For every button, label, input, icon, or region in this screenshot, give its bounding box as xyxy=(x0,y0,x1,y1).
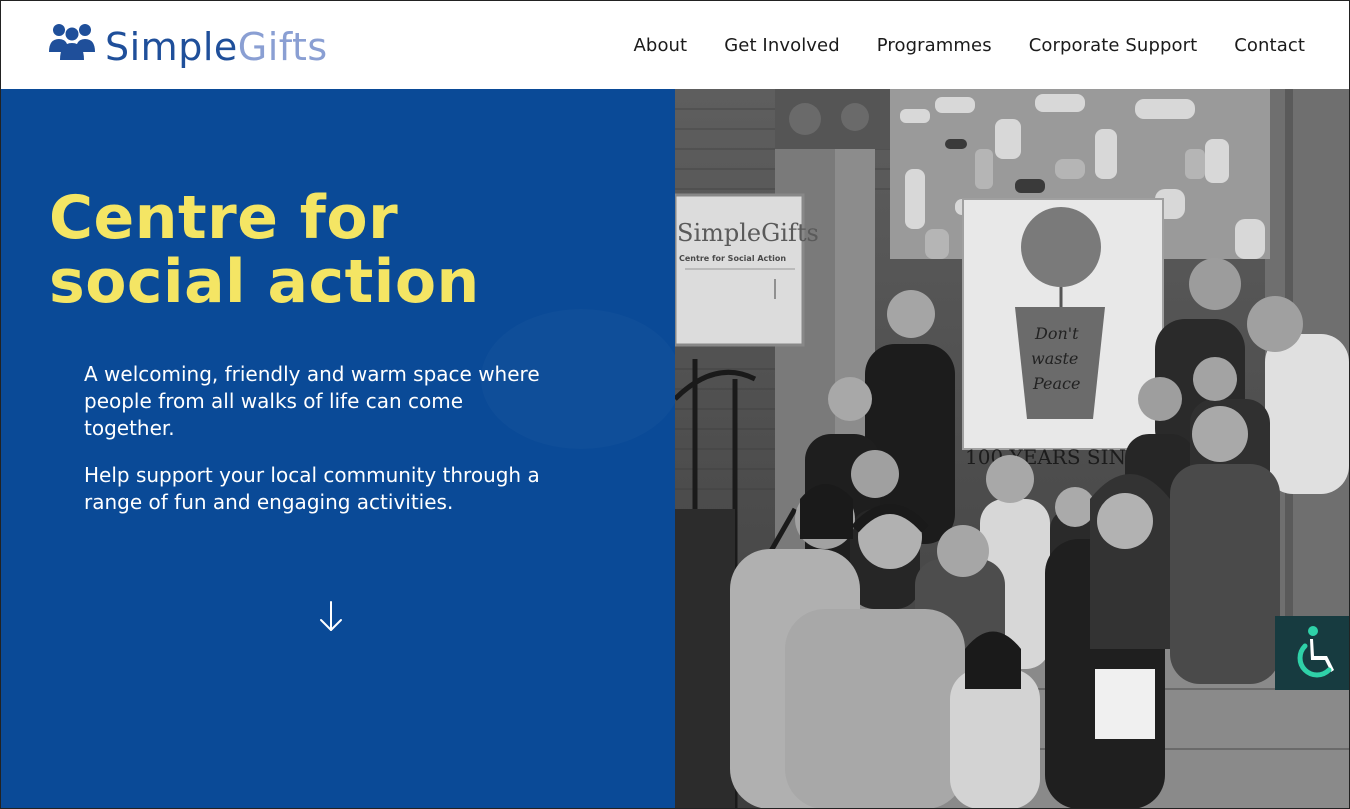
svg-text:Peace: Peace xyxy=(1032,374,1080,393)
svg-text:waste: waste xyxy=(1031,349,1078,368)
main-nav: About Get Involved Programmes Corporate … xyxy=(634,35,1306,56)
nav-corporate-support[interactable]: Corporate Support xyxy=(1029,35,1198,56)
peace-poster: Don't waste Peace 100 YEARS SINCE xyxy=(962,198,1164,469)
nav-programmes[interactable]: Programmes xyxy=(877,35,992,56)
hero-title: Centre for social action xyxy=(49,186,480,314)
sign-subtitle: Centre for Social Action xyxy=(679,254,786,263)
arrow-down-icon[interactable] xyxy=(318,599,344,635)
group-photo-image: SimpleGifts Centre for Social Action Don… xyxy=(675,89,1349,808)
svg-text:Don't: Don't xyxy=(1034,324,1079,343)
sign-title: SimpleGifts xyxy=(677,219,819,247)
page: SimpleGifts About Get Involved Programme… xyxy=(0,0,1350,809)
hero-title-line1: Centre for xyxy=(49,183,399,253)
nav-get-involved[interactable]: Get Involved xyxy=(724,35,840,56)
site-header: SimpleGifts About Get Involved Programme… xyxy=(1,1,1349,89)
hero-title-line2: social action xyxy=(49,247,480,317)
accessibility-button[interactable] xyxy=(1275,616,1349,690)
logo-text-simple: Simple xyxy=(105,25,238,69)
logo-text-gifts: Gifts xyxy=(237,25,328,69)
hero-description: A welcoming, friendly and warm space whe… xyxy=(84,361,544,536)
hero-panel: Centre for social action A welcoming, fr… xyxy=(1,89,675,808)
people-group-icon xyxy=(49,24,95,60)
centre-sign: SimpleGifts Centre for Social Action xyxy=(675,193,819,347)
nav-contact[interactable]: Contact xyxy=(1234,35,1305,56)
hero-paragraph-2: Help support your local community throug… xyxy=(84,463,540,514)
hero-paragraph-1: A welcoming, friendly and warm space whe… xyxy=(84,362,540,440)
nav-about[interactable]: About xyxy=(634,35,688,56)
hero-photo: SimpleGifts Centre for Social Action Don… xyxy=(675,89,1349,808)
accessibility-icon xyxy=(1297,626,1334,678)
logo-link[interactable]: SimpleGifts xyxy=(47,21,328,73)
logo-wordmark: SimpleGifts xyxy=(105,28,328,66)
